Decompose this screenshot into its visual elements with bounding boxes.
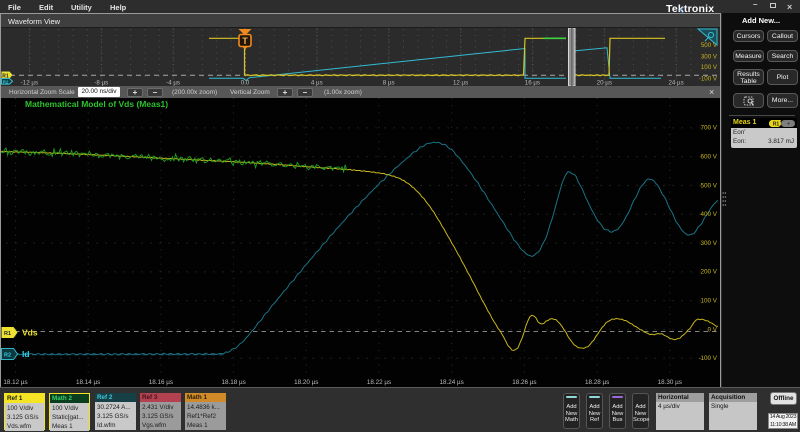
svg-text:Vds: Vds — [22, 328, 38, 338]
svg-text:18.14 µs: 18.14 µs — [76, 379, 100, 386]
svg-text:R2: R2 — [3, 80, 9, 85]
svg-text:R1: R1 — [4, 331, 11, 337]
svg-text:0 V: 0 V — [708, 326, 718, 333]
svg-text:300 V: 300 V — [701, 53, 718, 60]
svg-text:700 V: 700 V — [701, 125, 718, 132]
svg-text:18.26 µs: 18.26 µs — [512, 379, 536, 386]
svg-text:-100 V: -100 V — [699, 76, 718, 83]
svg-text:100 V: 100 V — [701, 298, 718, 305]
svg-text:200 V: 200 V — [701, 269, 718, 276]
svg-text:18.16 µs: 18.16 µs — [149, 379, 173, 386]
svg-text:500 V: 500 V — [701, 182, 718, 189]
svg-text:Mathematical Model of Vds (Mea: Mathematical Model of Vds (Meas1) — [25, 99, 168, 109]
svg-text:18.18 µs: 18.18 µs — [221, 379, 245, 386]
svg-text:300 V: 300 V — [701, 240, 718, 247]
svg-text:18.12 µs: 18.12 µs — [3, 379, 27, 386]
svg-text:600 V: 600 V — [701, 154, 718, 161]
svg-text:100 V: 100 V — [701, 64, 718, 71]
svg-text:18.28 µs: 18.28 µs — [585, 379, 609, 386]
svg-text:18.30 µs: 18.30 µs — [658, 379, 682, 386]
svg-text:R2: R2 — [4, 353, 11, 359]
svg-text:18.20 µs: 18.20 µs — [294, 379, 318, 386]
svg-text:T: T — [242, 36, 248, 46]
svg-text:400 V: 400 V — [701, 211, 718, 218]
svg-text:-100 V: -100 V — [698, 355, 717, 362]
svg-text:R1: R1 — [773, 121, 780, 127]
svg-text:Id: Id — [22, 349, 30, 359]
svg-text:18.22 µs: 18.22 µs — [367, 379, 391, 386]
svg-text:+: + — [787, 121, 791, 126]
svg-text:18.24 µs: 18.24 µs — [440, 379, 464, 386]
